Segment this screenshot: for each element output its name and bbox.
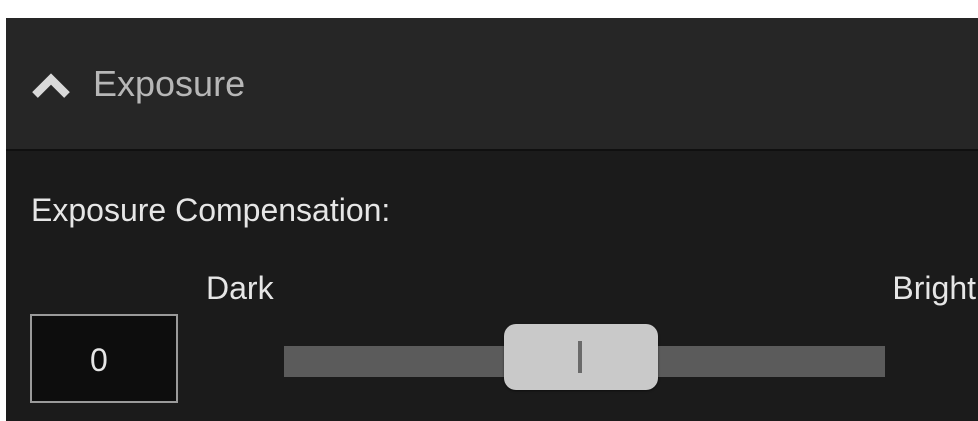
section-title: Exposure — [93, 63, 246, 104]
chevron-up-icon — [32, 73, 70, 98]
thumb-grip-icon — [578, 341, 582, 373]
slider-max-label: Bright — [892, 270, 976, 306]
exposure-compensation-label: Exposure Compensation: — [31, 192, 391, 228]
exposure-section-header[interactable]: Exposure — [6, 18, 978, 151]
exposure-slider[interactable] — [284, 318, 886, 390]
exposure-value-input[interactable] — [30, 314, 178, 403]
slider-thumb[interactable] — [504, 324, 658, 390]
slider-min-label: Dark — [206, 270, 274, 306]
exposure-panel: Exposure Exposure Compensation: Dark Bri… — [6, 18, 978, 421]
